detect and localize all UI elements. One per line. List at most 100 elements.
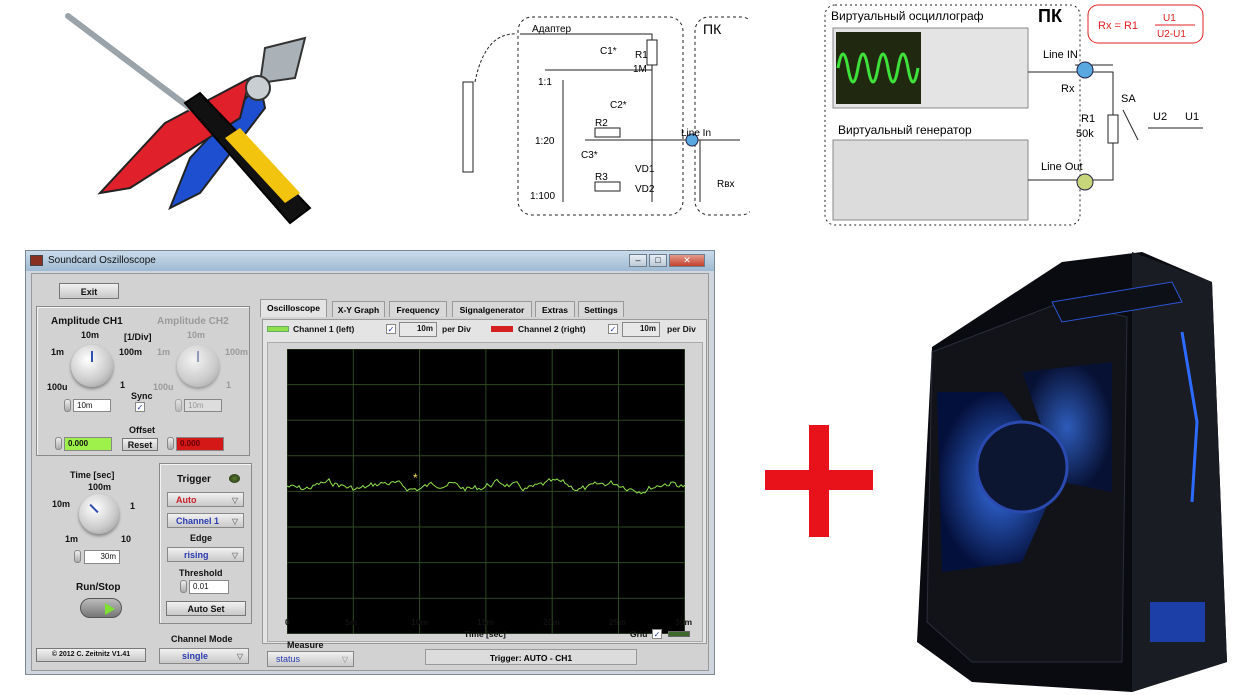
svg-text:C3*: C3* (581, 150, 598, 161)
x-axis-label: Time [sec] (464, 629, 506, 639)
x-tick-label: 10m (411, 617, 429, 627)
amplitude-ch1-knob[interactable] (71, 345, 113, 387)
x-tick-label: 5m (345, 617, 358, 627)
x-tick-label: 30m (675, 617, 693, 627)
edge-label: Edge (190, 533, 213, 543)
ch2-amplitude-spinner[interactable] (175, 399, 182, 412)
oscilloscope-window: Soundcard Oszilloscope – □ ✕ Exit Amplit… (25, 250, 715, 675)
window-title: Soundcard Oszilloscope (48, 255, 156, 266)
threshold-field[interactable]: 0.01 (189, 580, 229, 594)
svg-text:Line IN: Line IN (1043, 49, 1078, 61)
reset-button[interactable]: Reset (122, 438, 158, 451)
ch2-per-div-field[interactable]: 10m (622, 322, 660, 337)
chevron-down-icon: ▽ (231, 517, 238, 526)
status-display: Trigger: AUTO - CH1 (425, 649, 637, 665)
oscilloscope-plot: * (287, 349, 685, 634)
svg-text:C1*: C1* (600, 46, 617, 57)
ch2-enable-checkbox[interactable]: ✓ (608, 324, 618, 334)
edge-select[interactable]: rising ▽ (167, 547, 244, 562)
svg-text:1:1: 1:1 (538, 77, 552, 88)
svg-text:Line Out: Line Out (1041, 161, 1083, 173)
scale-label: 1m (157, 347, 171, 357)
run-stop-button[interactable] (80, 598, 122, 618)
per-div-label: per Div (442, 324, 471, 334)
time-spinner[interactable] (74, 550, 81, 563)
sync-checkbox[interactable]: ✓ (135, 402, 145, 412)
ch1-color-swatch (267, 326, 289, 332)
svg-text:R2: R2 (595, 118, 608, 129)
select-value: Channel 1 (176, 516, 220, 526)
scale-label: 100m (88, 482, 112, 492)
scale-label: 10m (81, 330, 100, 340)
offset-ch2-spinner[interactable] (167, 437, 174, 450)
channel-mode-select[interactable]: single ▽ (159, 648, 249, 664)
close-button[interactable]: ✕ (669, 254, 705, 267)
channel-mode-label: Channel Mode (171, 634, 233, 644)
trigger-title: Trigger (177, 474, 211, 485)
ch1-amplitude-spinner[interactable] (64, 399, 71, 412)
tab-signalgenerator[interactable]: Signalgenerator (452, 301, 532, 317)
ch1-enable-checkbox[interactable]: ✓ (386, 324, 396, 334)
grid-checkbox[interactable]: ✓ (652, 629, 662, 639)
offset-ch2-field[interactable]: 0.000 (176, 437, 224, 451)
minimize-button[interactable]: – (629, 254, 647, 267)
svg-text:Rx: Rx (1061, 83, 1075, 95)
svg-text:50k: 50k (1076, 128, 1094, 140)
svg-text:SA: SA (1121, 93, 1136, 105)
time-knob[interactable] (79, 494, 119, 534)
maximize-button[interactable]: □ (649, 254, 667, 267)
trigger-led (229, 474, 240, 483)
ch2-amplitude-field[interactable]: 10m (184, 399, 222, 412)
window-body: Exit Amplitude CH1 Amplitude CH2 [1/Div]… (31, 273, 709, 671)
auto-set-button[interactable]: Auto Set (166, 601, 246, 616)
ch1-per-div-field[interactable]: 10m (399, 322, 437, 337)
tab-settings[interactable]: Settings (578, 301, 624, 317)
select-value: rising (184, 550, 209, 560)
chevron-down-icon: ▽ (231, 496, 238, 505)
amplitude-ch2-knob[interactable] (177, 345, 219, 387)
threshold-label: Threshold (179, 568, 223, 578)
measurement-schematic: Виртуальный осциллограф ПК Виртуальный г… (824, 4, 1204, 226)
offset-label: Offset (129, 425, 156, 435)
svg-text:VD2: VD2 (635, 184, 655, 195)
measure-select[interactable]: status ▽ (267, 651, 354, 667)
svg-text:U1: U1 (1185, 111, 1199, 123)
grid-color-swatch[interactable] (668, 631, 690, 637)
scale-label: 1 (226, 380, 232, 390)
scale-label: 100u (153, 382, 174, 392)
svg-text:ПК: ПК (703, 21, 722, 37)
scale-label: 10m (52, 499, 71, 509)
measure-label: Measure (287, 640, 324, 650)
x-tick-label: 0 (285, 617, 290, 627)
trigger-channel-select[interactable]: Channel 1 ▽ (167, 513, 244, 528)
scale-label: 100m (119, 347, 143, 357)
tab-oscilloscope[interactable]: Oscilloscope (260, 299, 327, 317)
svg-text:1M: 1M (633, 64, 647, 75)
adapter-schematic: Адаптер ПК 1:1 1:20 1:100 C1* R1 1M C2* … (462, 16, 750, 216)
offset-ch1-spinner[interactable] (55, 437, 62, 450)
tab-extras[interactable]: Extras (535, 301, 575, 317)
copyright-label: © 2012 C. Zeitnitz V1.41 (36, 648, 146, 662)
offset-ch1-field[interactable]: 0.000 (64, 437, 112, 451)
time-field[interactable]: 30m (84, 550, 120, 564)
exit-button[interactable]: Exit (59, 283, 119, 299)
svg-text:1:100: 1:100 (530, 191, 555, 202)
svg-text:U2-U1: U2-U1 (1157, 29, 1186, 40)
grid-label: Grid (630, 629, 648, 639)
trigger-marker: * (413, 471, 418, 485)
svg-text:Адаптер: Адаптер (532, 24, 572, 35)
per-div-label: per Div (667, 324, 696, 334)
run-stop-label: Run/Stop (76, 582, 121, 593)
ch2-label: Channel 2 (right) (518, 324, 586, 334)
scale-label: 1 (120, 380, 126, 390)
tab-x-y-graph[interactable]: X-Y Graph (332, 301, 385, 317)
ch1-amplitude-field[interactable]: 10m (73, 399, 111, 412)
scale-label: 100m (225, 347, 249, 357)
scale-label: 1m (51, 347, 65, 357)
threshold-spinner[interactable] (180, 580, 187, 593)
select-value: Auto (176, 495, 197, 505)
tab-frequency[interactable]: Frequency (389, 301, 447, 317)
trigger-mode-select[interactable]: Auto ▽ (167, 492, 244, 507)
svg-text:VD1: VD1 (635, 164, 655, 175)
amplitude-group: Amplitude CH1 Amplitude CH2 [1/Div] 10m … (36, 306, 250, 456)
